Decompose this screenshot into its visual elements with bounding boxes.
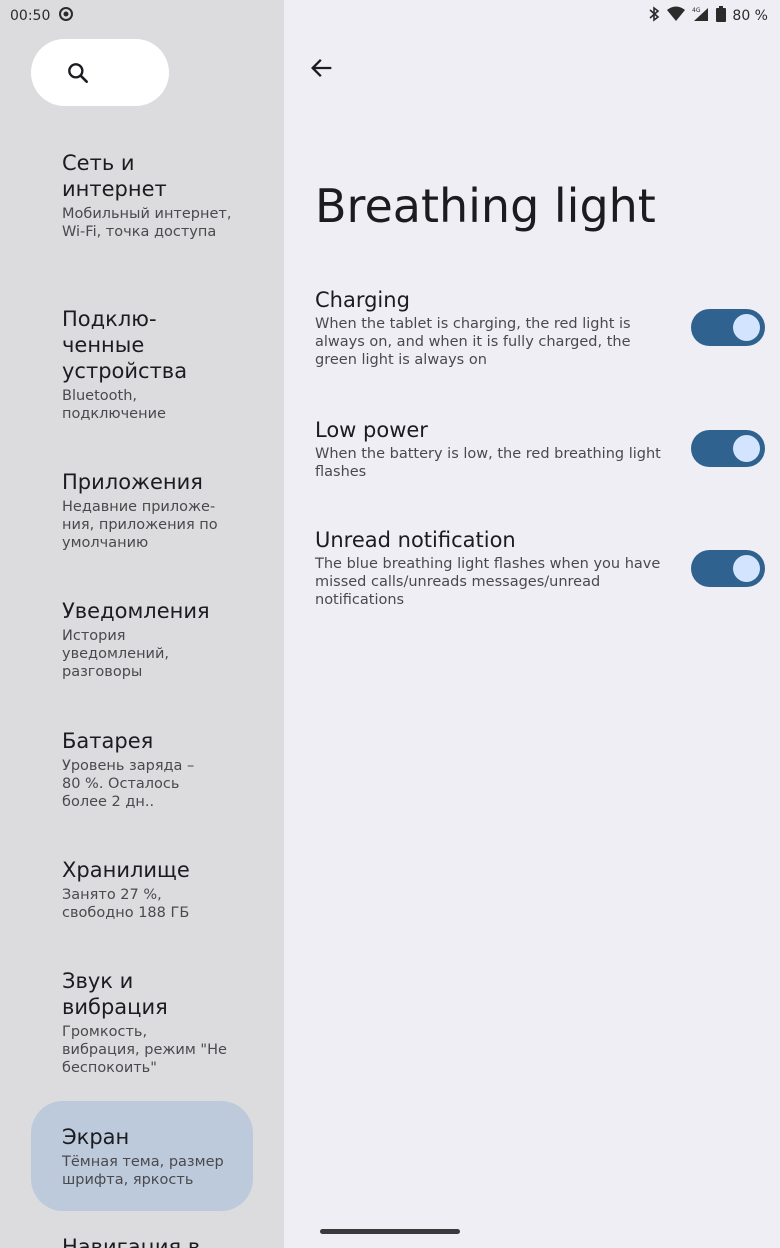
sidebar-item-title: Батарея: [62, 729, 154, 753]
toggle-knob: [733, 314, 760, 341]
sidebar-item-display[interactable]: Экран Тёмная тема, размер шрифта, яркост…: [31, 1101, 253, 1211]
arrow-back-icon: [308, 59, 336, 86]
sidebar-item-title: Приложения: [62, 470, 203, 494]
sidebar-item-connected-devices[interactable]: Подклю- ченные устройства Bluetooth, под…: [31, 306, 253, 423]
toggle-knob: [733, 435, 760, 462]
sidebar-item-title: Уведомления: [62, 599, 210, 623]
sidebar-item-title: Подклю- ченные устройства: [62, 307, 188, 383]
setting-title: Unread notification: [315, 528, 516, 552]
sidebar-item-title: Навигация в: [62, 1235, 201, 1248]
sidebar-item-battery[interactable]: Батарея Уровень заряда – 80 %. Осталось …: [31, 728, 253, 811]
sidebar-item-sound[interactable]: Звук и вибрация Громкость, вибрация, реж…: [31, 968, 253, 1077]
sidebar-item-subtitle: Тёмная тема, размер шрифта, яркость: [62, 1154, 224, 1188]
sidebar-item-notifications[interactable]: Уведомления История уведомлений, разгово…: [31, 598, 253, 681]
setting-description: When the tablet is charging, the red lig…: [315, 316, 631, 368]
page-title: Breathing light: [315, 179, 656, 233]
setting-charging[interactable]: Charging When the tablet is charging, th…: [315, 287, 765, 369]
sidebar-item-title: Экран: [62, 1125, 130, 1149]
record-icon: [58, 6, 74, 26]
status-bar-left: 00:50: [10, 6, 74, 26]
sidebar-item-subtitle: История уведомлений, разговоры: [62, 628, 170, 680]
setting-low-power[interactable]: Low power When the battery is low, the r…: [315, 417, 765, 481]
setting-unread-notification[interactable]: Unread notification The blue breathing l…: [315, 527, 765, 609]
setting-description: The blue breathing light flashes when yo…: [315, 556, 661, 608]
sidebar-item-subtitle: Bluetooth, подключение: [62, 388, 166, 422]
status-bar-right: 4G 80 %: [648, 6, 768, 26]
bluetooth-icon: [648, 6, 660, 26]
home-indicator[interactable]: [320, 1229, 460, 1234]
sidebar-item-subtitle: Занято 27 %, свободно 188 ГБ: [62, 887, 190, 921]
search-icon: [65, 60, 91, 90]
sidebar-item-title: Звук и вибрация: [62, 969, 168, 1019]
sidebar-item-storage[interactable]: Хранилище Занято 27 %, свободно 188 ГБ: [31, 857, 253, 922]
battery-icon: [716, 6, 727, 26]
setting-title: Charging: [315, 288, 410, 312]
unread-notification-toggle[interactable]: [691, 550, 765, 587]
sidebar-item-subtitle: Уровень заряда – 80 %. Осталось более 2 …: [62, 758, 195, 810]
cellular-signal-icon: 4G: [692, 6, 710, 26]
sidebar-item-apps[interactable]: Приложения Недавние приложе- ния, прилож…: [31, 469, 253, 552]
sidebar-item-network[interactable]: Сеть и интернет Мобильный интернет, Wi-F…: [31, 150, 253, 241]
back-button[interactable]: [308, 54, 336, 82]
sidebar-item-title: Хранилище: [62, 858, 190, 882]
sidebar-item-subtitle: Недавние приложе- ния, приложения по умо…: [62, 499, 218, 551]
charging-toggle[interactable]: [691, 309, 765, 346]
sidebar-item-subtitle: Громкость, вибрация, режим "Не беспокоит…: [62, 1024, 227, 1076]
setting-description: When the battery is low, the red breathi…: [315, 446, 661, 480]
battery-percent: 80 %: [732, 8, 768, 24]
svg-text:4G: 4G: [692, 7, 701, 14]
search-button[interactable]: [31, 39, 169, 106]
settings-sidebar: 00:50 Сеть и интернет Мобильный интернет…: [0, 0, 284, 1248]
low-power-toggle[interactable]: [691, 430, 765, 467]
status-time: 00:50: [10, 8, 51, 24]
sidebar-item-subtitle: Мобильный интернет, Wi-Fi, точка доступа: [62, 206, 232, 240]
sidebar-item-title: Сеть и интернет: [62, 151, 167, 201]
toggle-knob: [733, 555, 760, 582]
detail-pane: 4G 80 % Breathing light Charging When th…: [284, 0, 780, 1248]
wifi-icon: [666, 6, 686, 26]
sidebar-item-navigation[interactable]: Навигация в: [31, 1234, 253, 1248]
